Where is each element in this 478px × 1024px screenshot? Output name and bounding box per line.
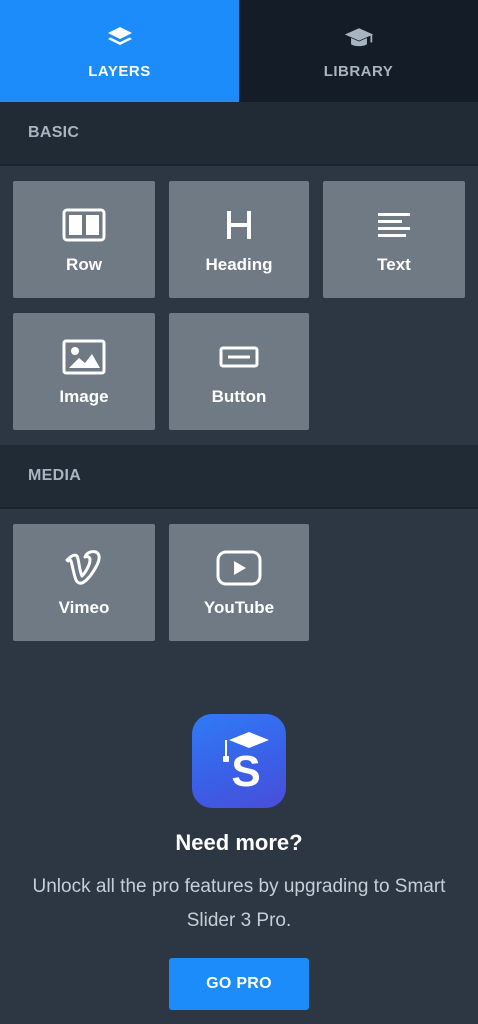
layers-icon xyxy=(107,26,132,45)
go-pro-label: GO PRO xyxy=(206,975,272,992)
tile-label: Image xyxy=(59,386,109,406)
smart-slider-logo-icon: S xyxy=(223,732,269,796)
layer-tile-youtube[interactable]: YouTube xyxy=(169,524,309,641)
tile-label: Text xyxy=(377,254,411,274)
section-title: BASIC xyxy=(28,124,80,141)
promo-title: Need more? xyxy=(175,830,303,855)
tab-bar: LAYERS LIBRARY xyxy=(0,0,478,102)
section-header-media: MEDIA xyxy=(0,445,478,509)
tab-library-label: LIBRARY xyxy=(323,62,394,80)
promo-description: Unlock all the pro features by upgrading… xyxy=(32,876,446,931)
section-title: MEDIA xyxy=(28,467,82,484)
layer-tile-vimeo[interactable]: Vimeo xyxy=(13,524,155,641)
button-icon xyxy=(219,346,259,367)
heading-icon xyxy=(227,210,251,239)
tile-label: Button xyxy=(211,386,267,406)
section-header-basic: BASIC xyxy=(0,102,478,166)
tab-layers[interactable]: LAYERS xyxy=(0,0,239,102)
layer-tile-row[interactable]: Row xyxy=(13,181,155,298)
tab-library[interactable]: LIBRARY xyxy=(239,0,478,102)
vimeo-icon xyxy=(65,549,101,585)
svg-text:S: S xyxy=(231,747,260,796)
upgrade-promo: S Need more? Unlock all the pro features… xyxy=(0,714,478,1010)
media-layers-grid: Vimeo YouTube xyxy=(0,509,478,656)
text-icon xyxy=(378,212,410,237)
layer-tile-button[interactable]: Button xyxy=(169,313,309,430)
tile-label: YouTube xyxy=(203,597,275,617)
tile-label: Vimeo xyxy=(58,597,110,617)
youtube-icon xyxy=(216,550,262,585)
tile-label: Heading xyxy=(205,254,273,274)
go-pro-button[interactable]: GO PRO xyxy=(169,958,309,1010)
layer-tile-text[interactable]: Text xyxy=(323,181,465,298)
tab-layers-label: LAYERS xyxy=(88,62,151,80)
layer-tile-image[interactable]: Image xyxy=(13,313,155,430)
graduation-cap-icon xyxy=(344,27,373,46)
image-icon xyxy=(62,339,106,374)
layer-tile-heading[interactable]: Heading xyxy=(169,181,309,298)
row-icon xyxy=(62,208,106,241)
basic-layers-grid: Row Heading Text Image Button xyxy=(0,166,478,445)
tile-label: Row xyxy=(66,254,102,274)
smart-slider-logo: S xyxy=(192,714,286,808)
